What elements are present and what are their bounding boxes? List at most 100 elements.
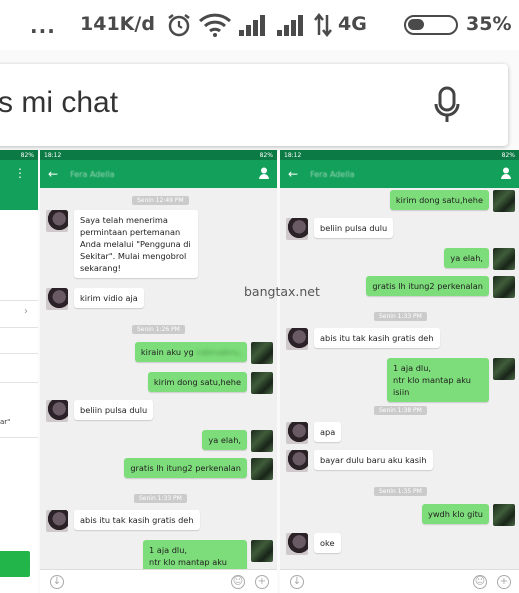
chat-appbar: ← Fera Adella	[40, 160, 277, 188]
message-row: 1 aja dlu, ntr klo mantap aku isiin	[387, 358, 515, 402]
message-row: oke	[286, 533, 341, 555]
timestamp: Senin 1:33 PM	[374, 312, 427, 321]
message-bubble: kirim dong satu,hehe	[147, 372, 247, 392]
contact-avatar[interactable]	[46, 510, 68, 532]
message-row: 1 aja dlu,ntr klo mantap aku isiin	[143, 540, 273, 569]
message-row: kirim vidio aja	[46, 288, 144, 310]
self-avatar[interactable]	[493, 358, 515, 380]
add-icon[interactable]: +	[255, 575, 269, 589]
message-row: ywdh klo gitu	[421, 504, 515, 526]
contact-name: Fera Adella	[70, 169, 115, 179]
self-avatar[interactable]	[493, 276, 515, 298]
divider	[0, 300, 38, 301]
chat-panel-middle: 18:12 82% ← Fera Adella Senin 12:49 PM Sa…	[40, 150, 277, 593]
message-bubble: gratis lh itung2 perkenalan	[124, 458, 247, 478]
timestamp: Senin 1:35 PM	[374, 487, 427, 496]
message-bubble: ywdh klo gitu	[421, 504, 489, 524]
contact-avatar[interactable]	[46, 288, 68, 310]
message-row: gratis lh itung2 perkenalan	[366, 276, 515, 298]
message-bubble: beliin pulsa dulu	[314, 218, 394, 238]
voice-icon[interactable]: ↓	[290, 575, 304, 589]
contact-avatar[interactable]	[46, 210, 68, 232]
message-bubble: abis itu tak kasih gratis deh	[74, 510, 200, 530]
search-bar[interactable]: s mi chat	[0, 64, 508, 146]
self-avatar[interactable]	[251, 458, 273, 480]
message-bubble: bayar dulu baru aku kasih	[314, 450, 433, 470]
self-avatar[interactable]	[251, 540, 273, 562]
profile-icon[interactable]	[501, 167, 511, 179]
mic-icon[interactable]	[434, 86, 460, 124]
message-row: bayar dulu baru aku kasih	[286, 450, 433, 472]
self-avatar[interactable]	[493, 248, 515, 270]
message-row: apa	[286, 422, 342, 444]
message-input-bar[interactable]: ↓ ☺ +	[280, 569, 519, 593]
back-arrow-icon[interactable]: ←	[288, 167, 298, 181]
status-icons	[166, 12, 332, 38]
message-input-bar[interactable]: ↓ ☺ +	[40, 569, 277, 593]
emoji-icon[interactable]: ☺	[473, 575, 487, 589]
mini-status-bar: 18:12 82%	[280, 150, 519, 160]
message-bubble: oke	[314, 533, 341, 553]
profile-icon[interactable]	[259, 167, 269, 179]
message-row: ya elah,	[444, 248, 515, 270]
message-row: abis itu tak kasih gratis deh	[46, 510, 200, 532]
message-row: beliin pulsa dulu	[286, 218, 394, 240]
network-type: 4G	[338, 13, 367, 35]
add-icon[interactable]: +	[497, 575, 511, 589]
contact-name: Fera Adella	[310, 169, 355, 179]
contact-avatar[interactable]	[286, 328, 308, 350]
left-green-button[interactable]	[0, 551, 30, 577]
message-row: kirain aku yg cabruabru,	[134, 342, 273, 364]
contact-avatar[interactable]	[46, 400, 68, 422]
voice-icon[interactable]: ↓	[50, 575, 64, 589]
message-list: Senin 12:49 PM Saya telah menerima permi…	[40, 188, 277, 569]
left-appbar: ⋮	[0, 160, 38, 210]
message-bubble: abis itu tak kasih gratis deh	[314, 328, 440, 348]
screenshot-root: ... 141K/d 4G 35% s mi chat bangtax.net …	[0, 0, 519, 593]
contact-avatar[interactable]	[286, 422, 308, 444]
signal-icon-2	[277, 15, 303, 36]
message-bubble: gratis lh itung2 perkenalan	[366, 276, 489, 296]
message-bubble: apa	[314, 422, 342, 442]
message-list: kirim dong satu,hehe beliin pulsa dulu y…	[280, 188, 519, 569]
message-bubble: 1 aja dlu,ntr klo mantap aku isiin	[143, 540, 247, 569]
message-row: gratis lh itung2 perkenalan	[124, 458, 273, 480]
message-row: Saya telah menerima permintaan pertemana…	[46, 210, 198, 278]
message-bubble: beliin pulsa dulu	[74, 400, 154, 420]
chevron-right-icon[interactable]: ›	[24, 306, 28, 317]
self-avatar[interactable]	[493, 190, 515, 212]
more-icon[interactable]: ⋮	[14, 166, 26, 180]
chat-appbar: ← Fera Adella	[280, 160, 519, 188]
back-arrow-icon[interactable]: ←	[48, 167, 58, 181]
divider	[0, 353, 38, 354]
message-bubble: 1 aja dlu, ntr klo mantap aku isiin	[387, 358, 489, 402]
timestamp: Senin 1:26 PM	[132, 325, 185, 334]
watermark: bangtax.net	[244, 284, 320, 299]
data-arrows-icon	[314, 13, 332, 37]
left-text: ar"	[0, 418, 11, 426]
timestamp: Senin 12:49 PM	[132, 196, 189, 205]
message-bubble: kirim vidio aja	[74, 288, 144, 308]
network-speed: 141K/d	[80, 13, 155, 35]
alarm-icon	[168, 14, 190, 37]
contact-avatar[interactable]	[286, 533, 308, 555]
emoji-icon[interactable]: ☺	[231, 575, 245, 589]
message-bubble: kirain aku yg cabruabru,	[134, 342, 247, 362]
battery-percent: 35%	[466, 13, 512, 35]
message-row: ya elah,	[202, 430, 273, 452]
search-query[interactable]: s mi chat	[0, 86, 118, 120]
self-avatar[interactable]	[251, 430, 273, 452]
status-bar: ... 141K/d 4G 35%	[0, 0, 519, 50]
self-avatar[interactable]	[251, 342, 273, 364]
self-avatar[interactable]	[493, 504, 515, 526]
mini-status-bar: 18:12 82%	[40, 150, 277, 160]
self-avatar[interactable]	[251, 372, 273, 394]
left-mini-status: 82%	[0, 150, 38, 160]
message-bubble: Saya telah menerima permintaan pertemana…	[74, 210, 198, 278]
message-row: beliin pulsa dulu	[46, 400, 154, 422]
timestamp: Senin 1:33 PM	[134, 494, 187, 503]
divider	[0, 382, 38, 383]
contact-avatar[interactable]	[286, 450, 308, 472]
message-bubble: ya elah,	[444, 248, 489, 268]
contact-avatar[interactable]	[286, 218, 308, 240]
